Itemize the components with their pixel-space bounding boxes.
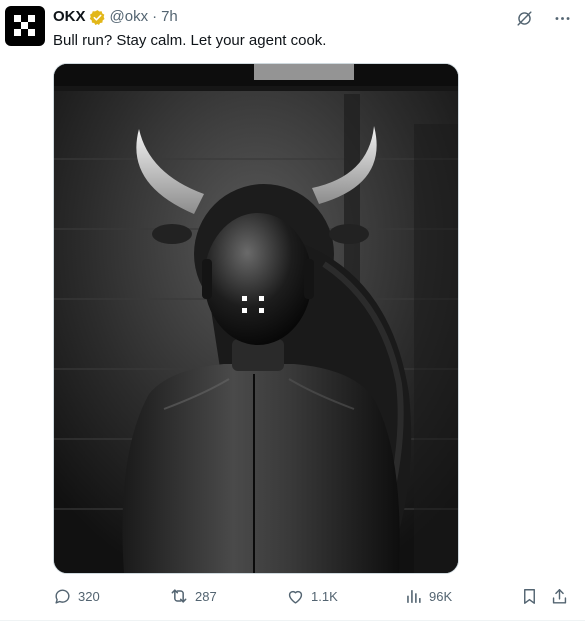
tweet[interactable]: OKX @okx · 7h Bull run? Stay calm. Let y… bbox=[0, 0, 585, 621]
timestamp[interactable]: 7h bbox=[161, 7, 178, 27]
like-count: 1.1K bbox=[311, 588, 338, 604]
retweet-icon bbox=[171, 589, 187, 603]
heart-icon bbox=[288, 590, 303, 604]
tweet-top-actions bbox=[513, 7, 573, 29]
reply-count: 320 bbox=[78, 588, 100, 604]
like-button[interactable]: 1.1K bbox=[286, 585, 338, 607]
views-button[interactable]: 96K bbox=[404, 585, 452, 607]
avatar-logo-square bbox=[28, 15, 35, 22]
avatar[interactable] bbox=[5, 6, 45, 46]
more-icon[interactable] bbox=[551, 7, 573, 29]
bookmark-button[interactable] bbox=[520, 585, 539, 607]
reply-button[interactable]: 320 bbox=[53, 585, 100, 607]
share-icon bbox=[552, 588, 567, 604]
bookmark-icon bbox=[524, 588, 535, 604]
view-count: 96K bbox=[429, 588, 453, 604]
verified-badge-icon[interactable] bbox=[89, 9, 106, 26]
share-button[interactable] bbox=[550, 585, 569, 607]
avatar-logo-square bbox=[28, 29, 35, 36]
tweet-text: Bull run? Stay calm. Let your agent cook… bbox=[53, 32, 327, 49]
action-bar: 320 287 1.1K 96K bbox=[53, 585, 573, 607]
retweet-button[interactable]: 287 bbox=[169, 585, 217, 607]
author-handle[interactable]: @okx bbox=[110, 7, 149, 27]
retweet-count: 287 bbox=[195, 588, 217, 604]
reply-icon bbox=[55, 589, 70, 604]
author-name[interactable]: OKX bbox=[53, 7, 86, 27]
avatar-logo-square bbox=[21, 22, 28, 29]
tweet-image[interactable] bbox=[53, 63, 459, 574]
tweet-header: OKX @okx · 7h bbox=[53, 7, 178, 27]
separator-dot: · bbox=[152, 8, 158, 25]
views-icon bbox=[407, 589, 421, 603]
avatar-logo-square bbox=[14, 15, 21, 22]
avatar-logo-square bbox=[14, 29, 21, 36]
grok-icon[interactable] bbox=[513, 7, 535, 29]
